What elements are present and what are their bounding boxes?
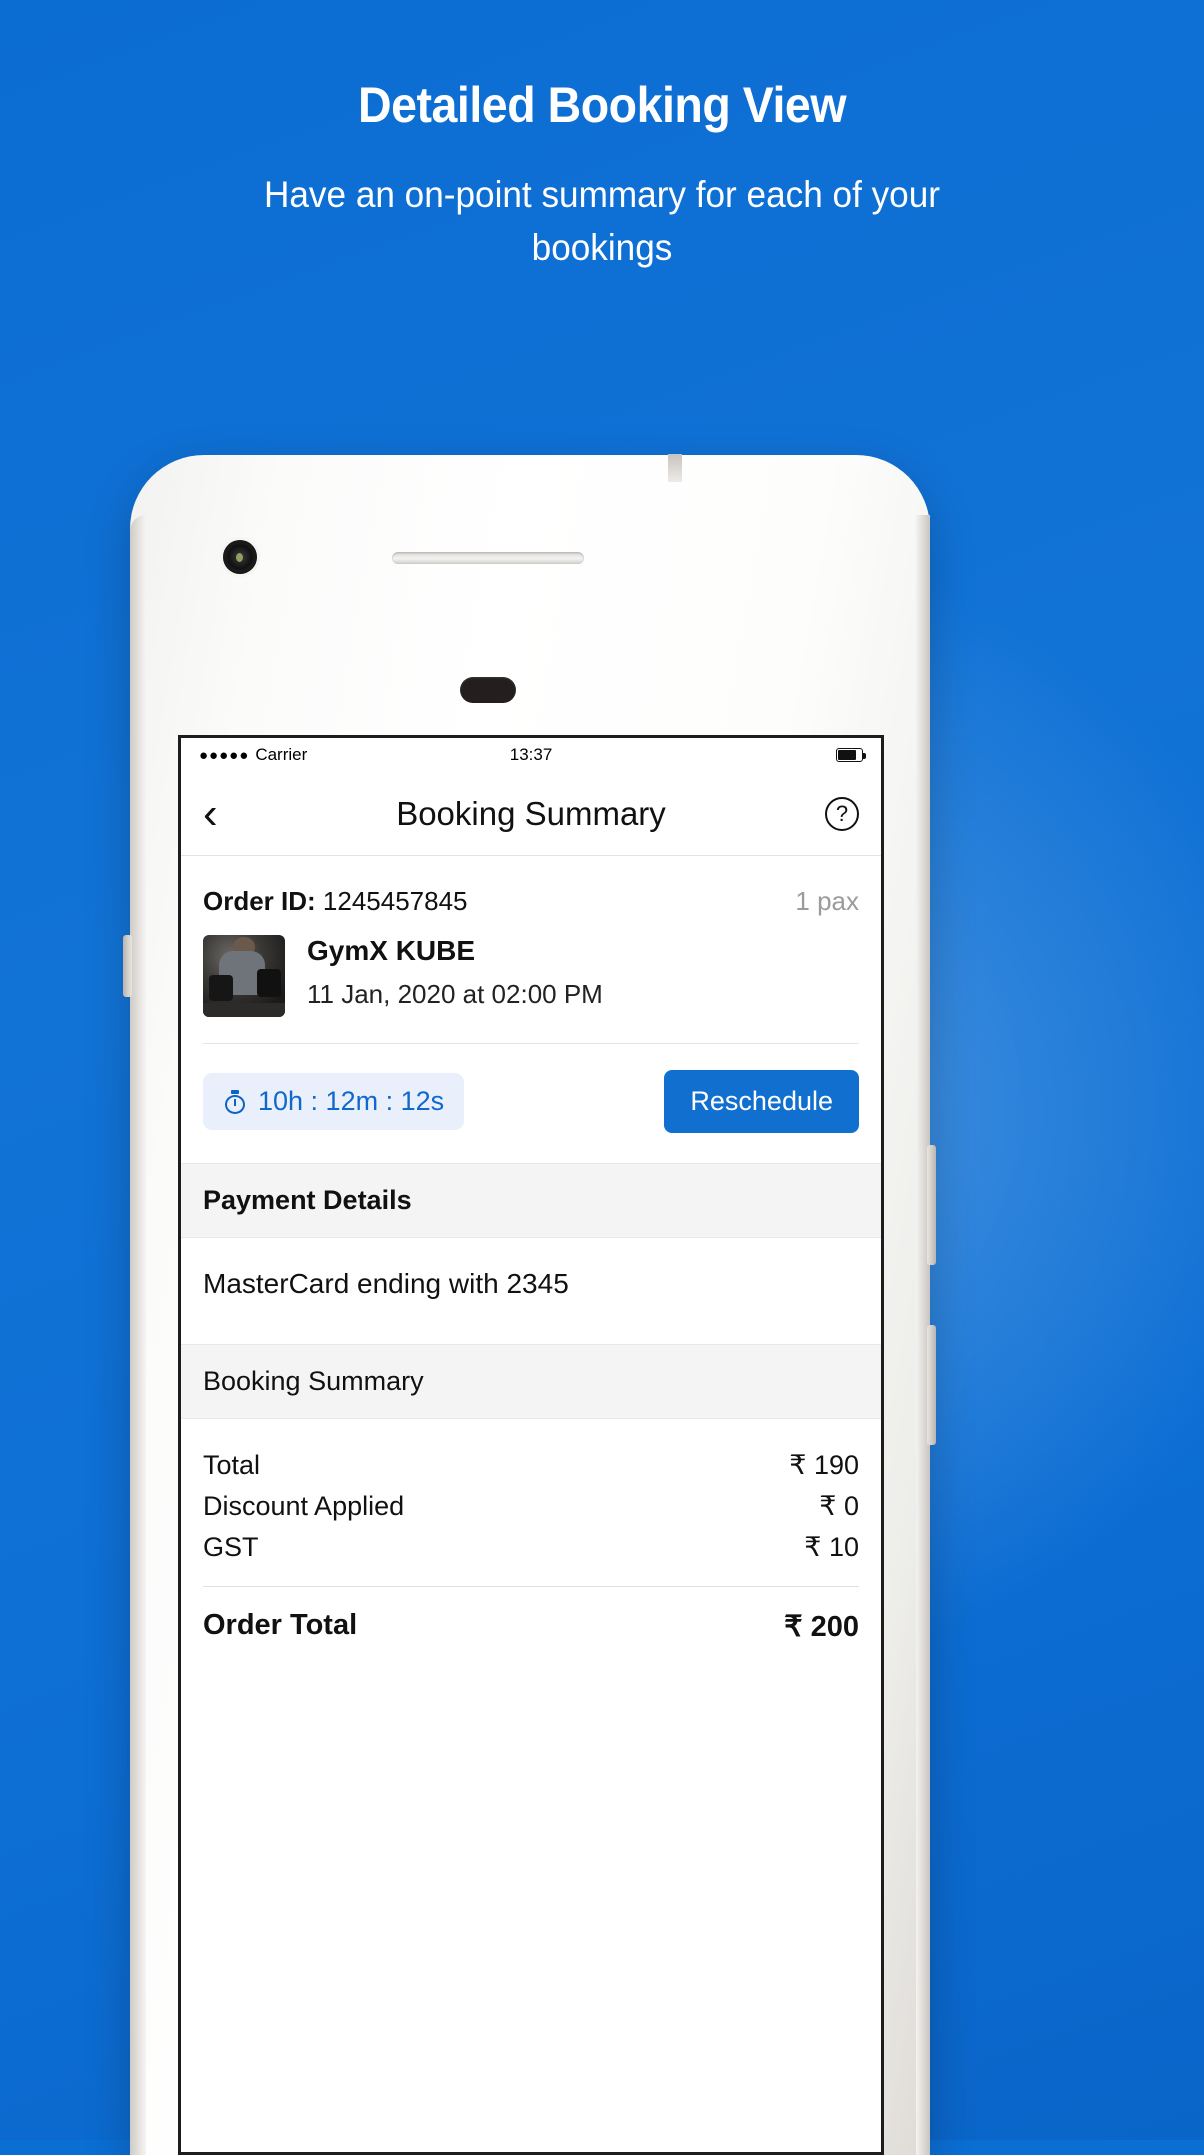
hero-section: Detailed Booking View Have an on-point s… bbox=[0, 0, 1204, 274]
summary-row-amount: ₹ 10 bbox=[804, 1532, 859, 1562]
status-bar-left: ●●●●● Carrier bbox=[199, 745, 510, 765]
stopwatch-icon bbox=[223, 1089, 247, 1114]
venue-thumbnail bbox=[203, 935, 285, 1017]
countdown-text: 10h : 12m : 12s bbox=[258, 1086, 445, 1116]
list-item: Discount Applied ₹ 0 bbox=[203, 1486, 859, 1527]
carrier-label: Carrier bbox=[255, 745, 308, 764]
status-bar: ●●●●● Carrier 13:37 bbox=[181, 738, 881, 772]
order-id-row: Order ID: 1245457845 1 pax bbox=[181, 856, 881, 917]
page-title: Detailed Booking View bbox=[357, 77, 847, 133]
booking-item[interactable]: GymX KUBE 11 Jan, 2020 at 02:00 PM bbox=[181, 917, 881, 1043]
order-id-value: 1245457845 bbox=[322, 886, 468, 916]
timer-actions-row: 10h : 12m : 12s Reschedule bbox=[181, 1044, 881, 1163]
order-total-label: Order Total bbox=[203, 1609, 358, 1641]
booking-summary-heading: Booking Summary bbox=[181, 1344, 881, 1419]
phone-mockup: ●●●●● Carrier 13:37 ‹ Booking Summary ? … bbox=[123, 454, 936, 2155]
battery-icon bbox=[836, 748, 867, 762]
volume-up-button[interactable] bbox=[927, 1145, 936, 1265]
booking-datetime: 11 Jan, 2020 at 02:00 PM bbox=[307, 979, 603, 1009]
venue-name: GymX KUBE bbox=[307, 935, 476, 966]
antenna-band bbox=[668, 454, 682, 482]
summary-row-label: Total bbox=[203, 1450, 261, 1480]
page-subtitle: Have an on-point summary for each of you… bbox=[263, 174, 940, 268]
summary-row-label: Discount Applied bbox=[203, 1491, 405, 1521]
status-bar-right bbox=[552, 748, 867, 762]
summary-row-amount: ₹ 190 bbox=[789, 1450, 859, 1480]
front-camera-icon bbox=[223, 540, 257, 574]
order-id-label: Order ID: bbox=[203, 886, 316, 916]
order-total-row: Order Total ₹ 200 bbox=[203, 1587, 859, 1644]
phone-edge-left bbox=[130, 515, 146, 2155]
order-id-text: Order ID: 1245457845 bbox=[203, 886, 468, 917]
help-button[interactable]: ? bbox=[813, 796, 859, 831]
countdown-chip: 10h : 12m : 12s bbox=[203, 1073, 465, 1130]
status-bar-time: 13:37 bbox=[509, 745, 553, 764]
navigation-bar: ‹ Booking Summary ? bbox=[181, 772, 881, 856]
earpiece-speaker bbox=[392, 552, 584, 564]
reschedule-button[interactable]: Reschedule bbox=[664, 1070, 859, 1133]
order-total-amount: ₹ 200 bbox=[784, 1611, 859, 1643]
signal-strength-icon: ●●●●● bbox=[199, 746, 250, 764]
summary-row-label: GST bbox=[203, 1532, 259, 1562]
mute-switch[interactable] bbox=[123, 935, 132, 997]
payment-details-heading: Payment Details bbox=[181, 1163, 881, 1238]
booking-text: GymX KUBE 11 Jan, 2020 at 02:00 PM bbox=[307, 935, 603, 1017]
proximity-sensor bbox=[460, 677, 516, 703]
volume-down-button[interactable] bbox=[927, 1325, 936, 1445]
back-chevron-icon[interactable]: ‹ bbox=[203, 791, 249, 836]
list-item: GST ₹ 10 bbox=[203, 1527, 859, 1568]
screen-title: Booking Summary bbox=[396, 794, 666, 832]
summary-row-amount: ₹ 0 bbox=[819, 1491, 859, 1521]
question-mark-icon: ? bbox=[825, 796, 859, 831]
pax-count: 1 pax bbox=[795, 886, 859, 916]
payment-method-text: MasterCard ending with 2345 bbox=[203, 1268, 569, 1299]
summary-list: Total ₹ 190 Discount Applied ₹ 0 GST ₹ 1… bbox=[181, 1419, 881, 1644]
phone-screen: ●●●●● Carrier 13:37 ‹ Booking Summary ? … bbox=[178, 735, 884, 2155]
list-item: Total ₹ 190 bbox=[203, 1445, 859, 1486]
